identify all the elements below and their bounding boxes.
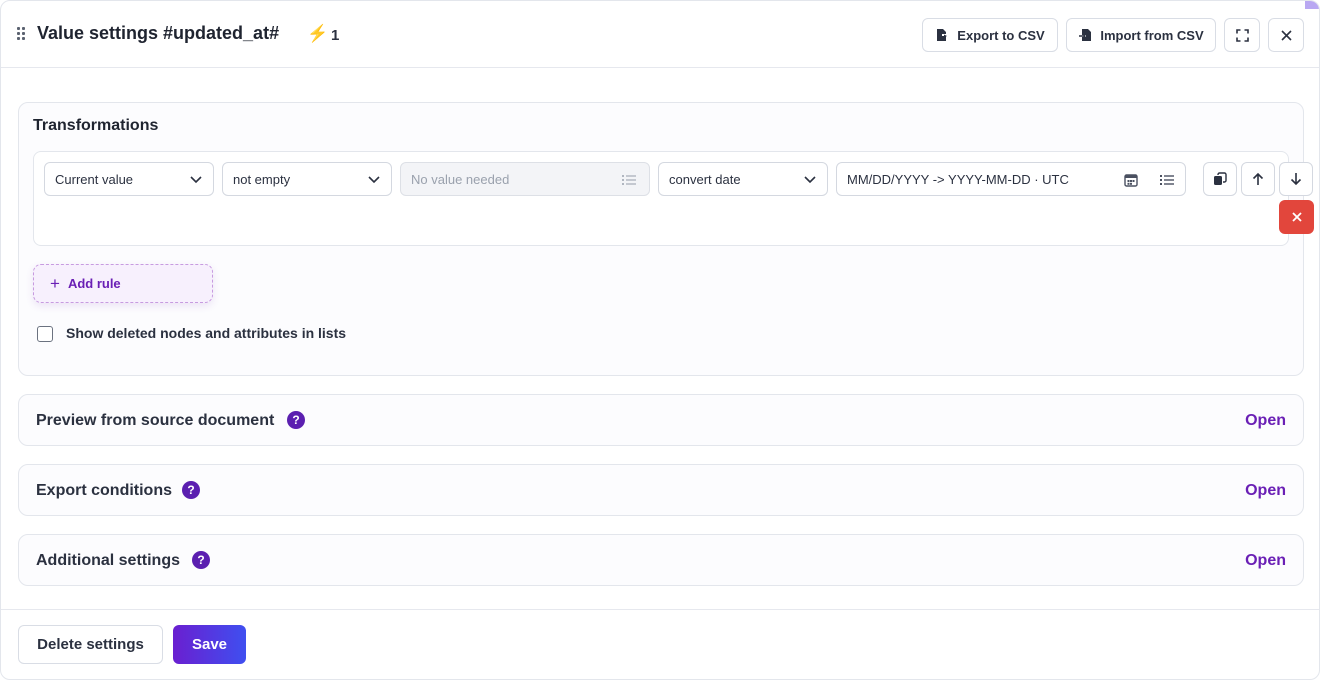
- condition-value: not empty: [233, 171, 291, 187]
- value-settings-modal: Value settings #updated_at# ⚡ 1 Export t…: [0, 0, 1320, 680]
- show-deleted-checkbox[interactable]: [37, 326, 53, 342]
- transform-select[interactable]: convert date: [658, 162, 828, 196]
- transformations-title: Transformations: [33, 117, 159, 134]
- save-button[interactable]: Save: [173, 625, 246, 664]
- list-icon: [622, 175, 636, 185]
- modal-header: Value settings #updated_at# ⚡ 1 Export t…: [1, 1, 1319, 68]
- move-rule-up-button[interactable]: [1241, 162, 1275, 196]
- fullscreen-button[interactable]: [1224, 18, 1260, 52]
- export-conditions-open-link[interactable]: Open: [1245, 482, 1286, 500]
- calendar-icon[interactable]: [1123, 172, 1139, 188]
- import-csv-button[interactable]: Import from CSV: [1066, 18, 1216, 52]
- export-conditions-title: Export conditions: [36, 482, 172, 499]
- comparison-value-placeholder: No value needed: [411, 171, 510, 187]
- help-icon[interactable]: ?: [287, 411, 305, 429]
- arrow-up-icon: [1252, 172, 1264, 185]
- source-select[interactable]: Current value: [44, 162, 214, 196]
- rule-count: 1: [331, 27, 340, 44]
- arrow-down-icon: [1290, 173, 1302, 186]
- add-rule-label: Add rule: [67, 276, 121, 291]
- chevron-down-icon: [368, 176, 380, 184]
- close-icon: [1280, 29, 1292, 41]
- additional-settings-title: Additional settings: [36, 552, 180, 569]
- delete-settings-button[interactable]: Delete settings: [18, 625, 163, 664]
- preview-open-link[interactable]: Open: [1245, 412, 1286, 430]
- modal-title: Value settings #updated_at#: [37, 23, 280, 43]
- drag-handle-icon[interactable]: [17, 27, 27, 41]
- list-icon[interactable]: [1159, 172, 1175, 188]
- comparison-value-input[interactable]: No value needed: [400, 162, 650, 196]
- close-icon: [1291, 212, 1302, 222]
- add-rule-button[interactable]: + Add rule: [33, 264, 213, 303]
- additional-settings-section[interactable]: Additional settings ? Open: [18, 534, 1304, 586]
- show-deleted-label[interactable]: Show deleted nodes and attributes in lis…: [66, 325, 346, 341]
- import-file-icon: [1079, 29, 1092, 41]
- chevron-down-icon: [804, 176, 816, 184]
- source-value: Current value: [55, 171, 134, 187]
- date-format-input[interactable]: MM/DD/YYYY -> YYYY-MM-DD · UTC: [836, 162, 1186, 196]
- condition-select[interactable]: not empty: [222, 162, 392, 196]
- export-csv-label: Export to CSV: [957, 27, 1045, 43]
- export-file-icon: [937, 29, 948, 41]
- lightning-icon: ⚡: [307, 24, 329, 43]
- help-icon[interactable]: ?: [182, 481, 200, 499]
- preview-section[interactable]: Preview from source document ? Open: [18, 394, 1304, 446]
- import-csv-label: Import from CSV: [1100, 27, 1204, 43]
- preview-section-title: Preview from source document: [36, 412, 275, 429]
- additional-settings-open-link[interactable]: Open: [1245, 552, 1286, 570]
- export-conditions-section[interactable]: Export conditions ? Open: [18, 464, 1304, 516]
- move-rule-down-button[interactable]: [1279, 162, 1313, 196]
- copy-icon: [1214, 172, 1227, 185]
- expand-icon: [1235, 28, 1249, 42]
- plus-icon: +: [50, 273, 60, 293]
- duplicate-rule-button[interactable]: [1203, 162, 1237, 196]
- transform-value: convert date: [669, 171, 741, 187]
- chevron-down-icon: [190, 176, 202, 184]
- date-format-value: MM/DD/YYYY -> YYYY-MM-DD · UTC: [847, 171, 1069, 187]
- delete-rule-button[interactable]: [1279, 200, 1314, 234]
- close-button[interactable]: [1268, 18, 1304, 52]
- help-icon[interactable]: ?: [192, 551, 210, 569]
- export-csv-button[interactable]: Export to CSV: [922, 18, 1058, 52]
